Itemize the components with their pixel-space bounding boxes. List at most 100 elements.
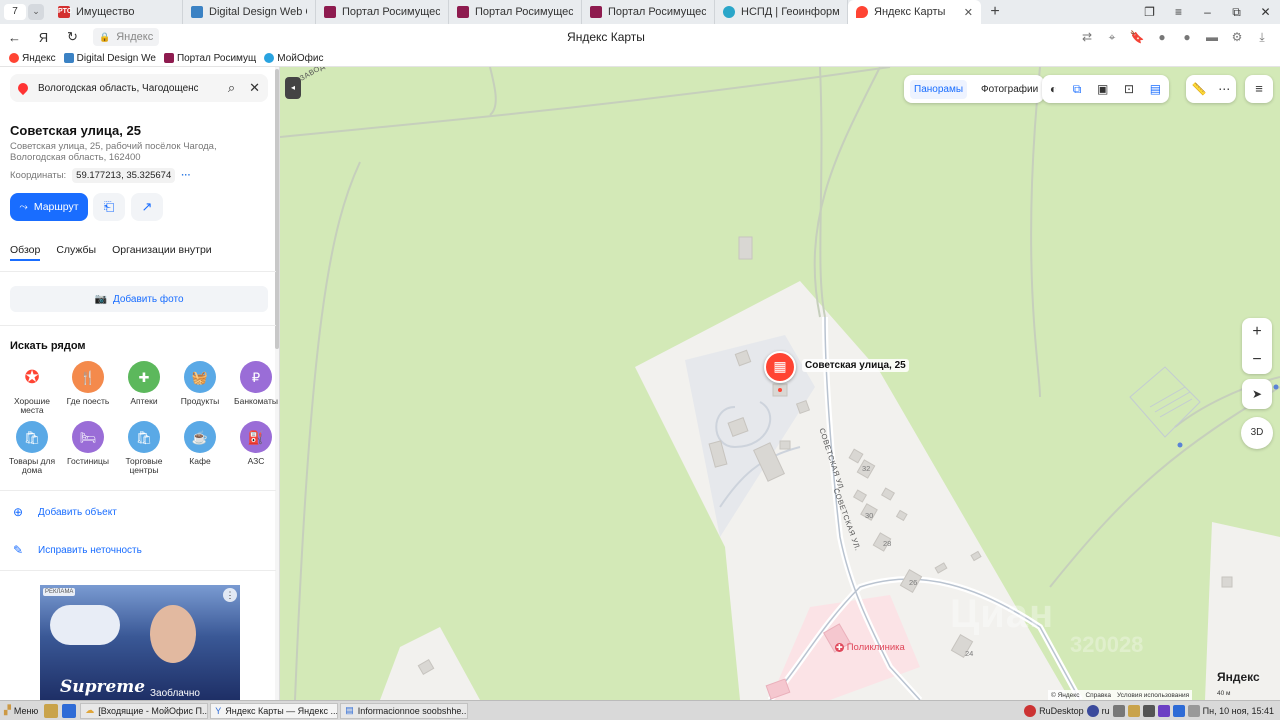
language-indicator[interactable]: ru — [1102, 706, 1110, 716]
route-button[interactable]: ⤳ Маршрут — [10, 193, 88, 221]
clock[interactable]: Пн, 10 ноя, 15:41 — [1203, 706, 1274, 716]
close-icon[interactable]: ✕ — [249, 80, 260, 96]
category-groceries[interactable]: 🧺 Продукты — [172, 361, 228, 415]
new-tab-button[interactable]: + — [981, 0, 1009, 24]
yandex-tray-icon[interactable] — [1086, 704, 1099, 717]
coordinates-value[interactable]: 59.177213, 35.325674 — [72, 168, 176, 183]
yandex-icon[interactable]: Я — [29, 30, 58, 45]
taskbar-task-maps[interactable]: Y Яндекс Карты — Яндекс ... — [210, 702, 339, 719]
browser-tab-4[interactable]: Портал Росимущества — [449, 0, 582, 24]
camera-icon[interactable]: ▣ — [1097, 82, 1108, 96]
category-cafe[interactable]: ☕ Кафе — [172, 421, 228, 475]
search-icon[interactable]: ⌕ — [228, 80, 235, 96]
browser-tab-6[interactable]: НСПД | Геоинформацион — [715, 0, 848, 24]
downloads-icon[interactable]: ⤓ — [1254, 30, 1270, 45]
collapse-panel-button[interactable]: ◂ — [285, 77, 301, 99]
zoom-out-button[interactable]: − — [1242, 346, 1272, 374]
location-icon[interactable]: ⌖ — [1104, 30, 1120, 45]
browser-tab-5[interactable]: Портал Росимущества — [582, 0, 715, 24]
map-canvas[interactable]: ◂ Панорамы Фотографии ◐ ⧉ ▣ ⊡ ▤ 📏 ⋯ ≡ + … — [280, 67, 1280, 700]
tab-organizations-inside[interactable]: Организации внутри — [112, 244, 212, 261]
my-location-button[interactable]: ➤ — [1242, 379, 1272, 409]
category-home-goods[interactable]: 🛍 Товары для дома — [4, 421, 60, 475]
category-hotels[interactable]: 🛏 Гостиницы — [60, 421, 116, 475]
bookmark-myoffice[interactable]: МойОфис — [264, 53, 323, 64]
category-atms[interactable]: ₽ Банкоматы — [228, 361, 279, 415]
extension-icon-3[interactable]: ▬ — [1204, 30, 1220, 44]
marker-label[interactable]: Советская улица, 25 — [802, 359, 909, 372]
category-food[interactable]: 🍴 Где поесть — [60, 361, 116, 415]
tray-icon[interactable] — [1127, 704, 1140, 717]
place-marker-icon[interactable]: ▦ — [764, 351, 796, 383]
close-window-icon[interactable]: ✕ — [1251, 5, 1280, 19]
yandex-browser-icon[interactable] — [62, 703, 77, 718]
camera-icon: 📷 — [94, 293, 107, 305]
tab-overview[interactable]: Обзор — [10, 244, 41, 261]
rudesktop-icon[interactable] — [1024, 704, 1037, 717]
extension-icon-1[interactable]: ● — [1154, 30, 1170, 44]
ad-more-icon[interactable]: ⋮ — [223, 588, 237, 602]
extension-icon-4[interactable]: ⚙ — [1229, 30, 1245, 44]
minimize-icon[interactable]: – — [1193, 5, 1222, 19]
photos-button[interactable]: Фотографии — [981, 84, 1038, 95]
add-photo-button[interactable]: 📷 Добавить фото — [10, 286, 268, 312]
tab-list-dropdown-icon[interactable]: ⌄ — [28, 4, 44, 20]
more-icon[interactable]: ⋯ — [1218, 82, 1230, 96]
reader-icon[interactable]: ⇄ — [1079, 30, 1095, 44]
tray-icon[interactable] — [1157, 704, 1170, 717]
building — [779, 440, 791, 450]
tab-manager-icon[interactable]: ❐ — [1135, 5, 1164, 19]
poi-clinic[interactable]: Поликлиника — [835, 642, 905, 653]
map-menu-button[interactable]: ≡ — [1245, 75, 1273, 103]
extension-icon-2[interactable]: ● — [1179, 30, 1195, 44]
fix-error-link[interactable]: ✎ Исправить неточность — [10, 543, 142, 557]
bookmark-rosim[interactable]: Портал Росимущ — [163, 53, 256, 64]
taskbar-task-mail[interactable]: ☁ [Входящие - МойОфис П... — [80, 702, 209, 719]
bookmark-icon[interactable]: 🔖 — [1129, 30, 1145, 44]
tab-services[interactable]: Службы — [56, 244, 96, 261]
browser-tab-1[interactable]: РТС Имущество — [50, 0, 183, 24]
advertisement-banner[interactable]: РЕКЛАМА ⋮ Supreme Заоблачно — [40, 585, 240, 700]
menu-icon[interactable]: ≡ — [1164, 5, 1193, 19]
layers-icon[interactable]: ▤ — [1150, 82, 1161, 96]
browser-tab-3[interactable]: Портал Росимущества — [316, 0, 449, 24]
yandex-logo[interactable]: Яндекс — [1217, 670, 1260, 684]
category-malls[interactable]: 🛍 Торговые центры — [116, 421, 172, 475]
bookmark-button[interactable]: ⎗ — [93, 193, 125, 221]
reload-icon[interactable]: ↻ — [58, 29, 87, 45]
maximize-icon[interactable]: ⧉ — [1222, 5, 1251, 20]
panoramas-button[interactable]: Панорамы — [910, 79, 968, 99]
bookmark-digital-design[interactable]: Digital Design We — [63, 53, 156, 64]
bookmark-yandex[interactable]: Яндекс — [9, 53, 56, 64]
browser-tab-2[interactable]: Digital Design Web Client — [183, 0, 316, 24]
volume-icon[interactable] — [1187, 704, 1200, 717]
category-good-places[interactable]: ✪ Хорошие места — [4, 361, 60, 415]
tab-counter[interactable]: 7 — [4, 4, 26, 20]
zoom-in-button[interactable]: + — [1242, 318, 1272, 346]
category-gas-stations[interactable]: ⛽ АЗС — [228, 421, 279, 475]
map-scheme-icon[interactable]: ⧉ — [1073, 82, 1082, 97]
terms-link[interactable]: Условия использования — [1117, 692, 1189, 699]
scrollbar-thumb[interactable] — [275, 69, 279, 349]
share-button[interactable]: ↗ — [131, 193, 163, 221]
category-pharmacies[interactable]: ✚ Аптеки — [116, 361, 172, 415]
file-manager-icon[interactable] — [44, 703, 59, 718]
satellite-icon[interactable]: ◐ — [1050, 82, 1057, 96]
3d-button[interactable]: 3D — [1241, 417, 1273, 449]
more-icon[interactable]: ··· — [181, 170, 191, 181]
browser-tab-7[interactable]: Яндекс Карты ✕ — [848, 0, 981, 24]
house-number: 30 — [865, 511, 874, 520]
close-tab-icon[interactable]: ✕ — [964, 6, 973, 19]
add-object-link[interactable]: ⊕ Добавить объект — [10, 505, 117, 519]
url-field[interactable]: 🔒 Яндекс — [93, 28, 160, 46]
search-input[interactable] — [38, 82, 198, 94]
help-link[interactable]: Справка — [1085, 692, 1111, 699]
tray-icon[interactable] — [1112, 704, 1125, 717]
ruler-icon[interactable]: 📏 — [1192, 82, 1207, 96]
bus-icon[interactable]: ⊡ — [1124, 82, 1134, 96]
tray-icon[interactable] — [1142, 704, 1155, 717]
start-menu-button[interactable]: ▞ Меню — [0, 705, 42, 716]
back-icon[interactable]: ← — [0, 30, 29, 45]
tray-icon[interactable] — [1172, 704, 1185, 717]
taskbar-task-document[interactable]: ▤ Informacionnoe soobshhe... — [340, 702, 469, 719]
